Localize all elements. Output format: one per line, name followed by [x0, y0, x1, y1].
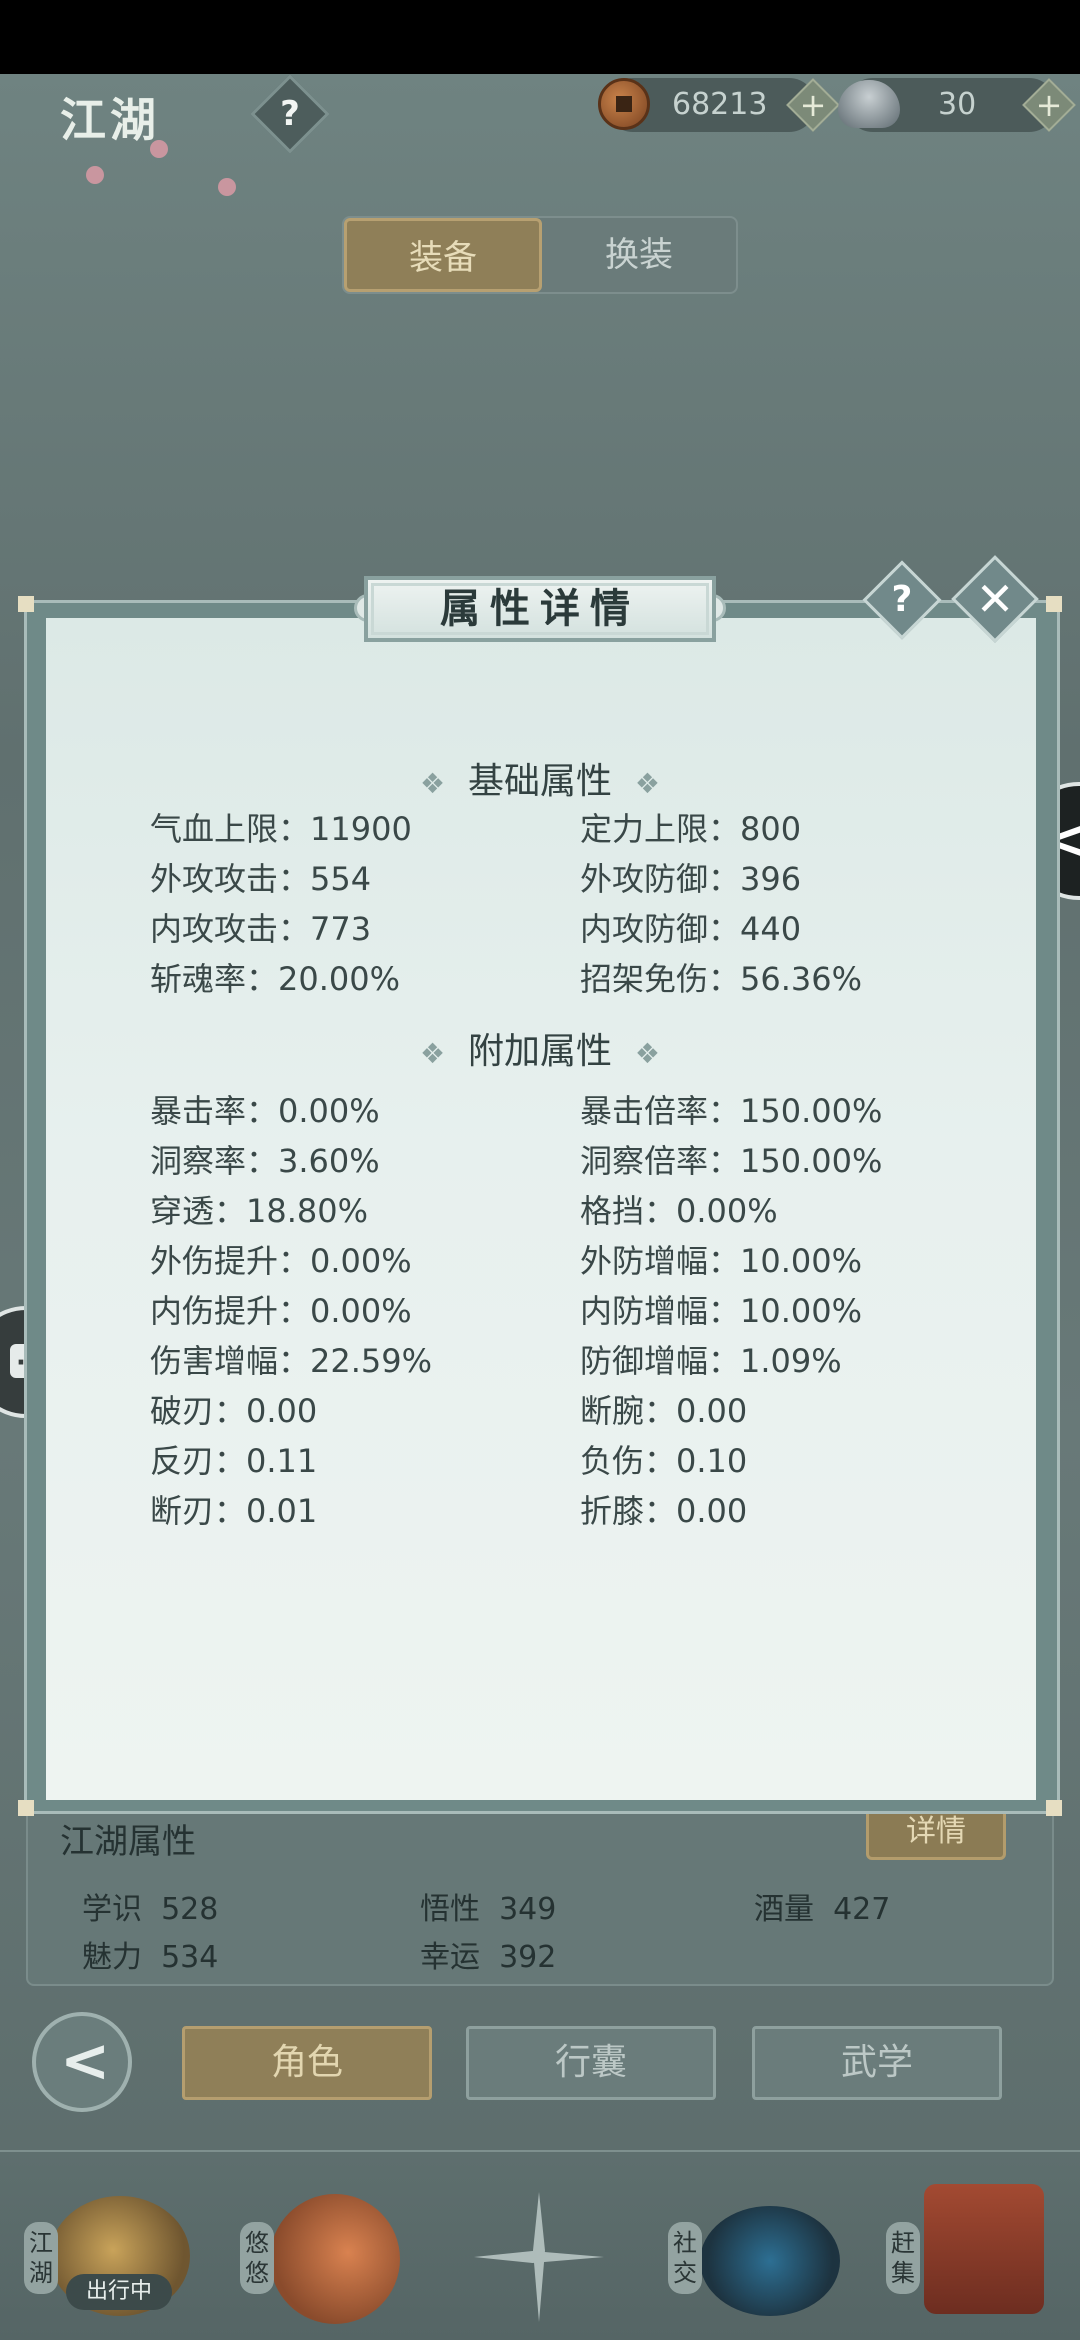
stat-extra-right: 折膝：0.00 — [580, 1492, 748, 1530]
stat-basic-left: 内攻攻击：773 — [150, 910, 372, 948]
attr-luck: 幸运 392 — [420, 1940, 557, 1975]
stat-extra-left: 反刃：0.11 — [150, 1442, 318, 1480]
stat-extra-right: 断腕：0.00 — [580, 1392, 748, 1430]
attr-knowledge: 学识 528 — [82, 1892, 219, 1927]
close-icon: ✕ — [975, 572, 1015, 626]
stat-extra-left: 穿透：18.80% — [150, 1192, 369, 1230]
blossom-decoration — [86, 166, 104, 184]
plus-icon: + — [799, 86, 827, 124]
ornament-icon: ❖ — [419, 1037, 446, 1070]
social-nav-icon[interactable] — [700, 2206, 840, 2316]
dialog-title: 属性详情 — [364, 576, 716, 642]
stat-extra-left: 伤害增幅：22.59% — [150, 1342, 433, 1380]
home-compass-icon[interactable] — [474, 2192, 604, 2322]
stat-extra-left: 暴击率：0.00% — [150, 1092, 380, 1130]
basic-attributes-heading: ❖ 基础属性 ❖ — [419, 761, 660, 802]
stat-extra-right: 洞察倍率：150.00% — [580, 1142, 883, 1180]
stat-extra-right: 格挡：0.00% — [580, 1192, 778, 1230]
copper-coin-icon — [598, 78, 650, 130]
stat-extra-left: 外伤提升：0.00% — [150, 1242, 412, 1280]
market-nav-icon[interactable] — [924, 2184, 1044, 2314]
nav-market-label[interactable]: 赶集 — [886, 2222, 920, 2294]
stat-extra-right: 外防增幅：10.00% — [580, 1242, 863, 1280]
tab-role[interactable]: 角色 — [182, 2026, 432, 2100]
stat-extra-right: 防御增幅：1.09% — [580, 1342, 842, 1380]
stat-extra-left: 内伤提升：0.00% — [150, 1292, 412, 1330]
page-title: 江湖 — [60, 93, 160, 147]
stat-extra-left: 破刃：0.00 — [150, 1392, 318, 1430]
question-icon: ? — [280, 94, 300, 134]
frame-corner — [1046, 1800, 1062, 1816]
attr-drinking: 酒量 427 — [754, 1892, 891, 1927]
extra-attributes-heading: ❖ 附加属性 ❖ — [419, 1031, 660, 1072]
panel-caption: 江湖属性 — [60, 1822, 196, 1862]
attr-charm: 魅力 534 — [82, 1940, 219, 1975]
equip-segment: 装备 换装 — [342, 216, 738, 294]
stat-basic-left: 斩魂率：20.00% — [150, 960, 401, 998]
plus-icon: + — [1035, 86, 1063, 124]
nav-social-label[interactable]: 社交 — [668, 2222, 702, 2294]
ornament-icon: ❖ — [634, 767, 660, 800]
chevron-left-icon: < — [60, 2026, 111, 2096]
detail-button[interactable]: 详情 — [866, 1806, 1006, 1860]
tab-bag[interactable]: 行囊 — [466, 2026, 716, 2100]
stat-extra-right: 暴击倍率：150.00% — [580, 1092, 883, 1130]
stat-basic-right: 定力上限：800 — [580, 810, 802, 848]
nav-youyou-label[interactable]: 悠悠 — [240, 2222, 274, 2294]
system-status-bar — [0, 0, 1080, 74]
nav-jianghu-label[interactable]: 江湖 — [24, 2222, 58, 2294]
tab-switch-outfit[interactable]: 换装 — [542, 218, 736, 292]
stat-basic-right: 内攻防御：440 — [580, 910, 802, 948]
stat-extra-left: 洞察率：3.60% — [150, 1142, 380, 1180]
question-icon: ? — [891, 579, 913, 620]
ornament-icon: ❖ — [419, 767, 446, 800]
tab-martial-arts[interactable]: 武学 — [752, 2026, 1002, 2100]
traveling-status-badge: 出行中 — [66, 2274, 172, 2310]
attr-comprehension: 悟性 349 — [420, 1892, 557, 1927]
youyou-nav-icon[interactable] — [270, 2194, 400, 2324]
stat-basic-right: 外攻防御：396 — [580, 860, 802, 898]
stat-basic-right: 招架免伤：56.36% — [580, 960, 863, 998]
tab-equip[interactable]: 装备 — [344, 218, 542, 292]
stat-extra-right: 内防增幅：10.00% — [580, 1292, 863, 1330]
frame-corner — [1046, 596, 1062, 612]
frame-corner — [18, 596, 34, 612]
blossom-decoration — [218, 178, 236, 196]
stat-extra-right: 负伤：0.10 — [580, 1442, 748, 1480]
stat-basic-left: 外攻攻击：554 — [150, 860, 372, 898]
stat-basic-left: 气血上限：11900 — [150, 810, 412, 848]
back-button[interactable]: < — [32, 2012, 132, 2112]
blossom-decoration — [150, 140, 168, 158]
stat-extra-left: 断刃：0.01 — [150, 1492, 318, 1530]
ornament-icon: ❖ — [634, 1037, 660, 1070]
frame-corner — [18, 1800, 34, 1816]
